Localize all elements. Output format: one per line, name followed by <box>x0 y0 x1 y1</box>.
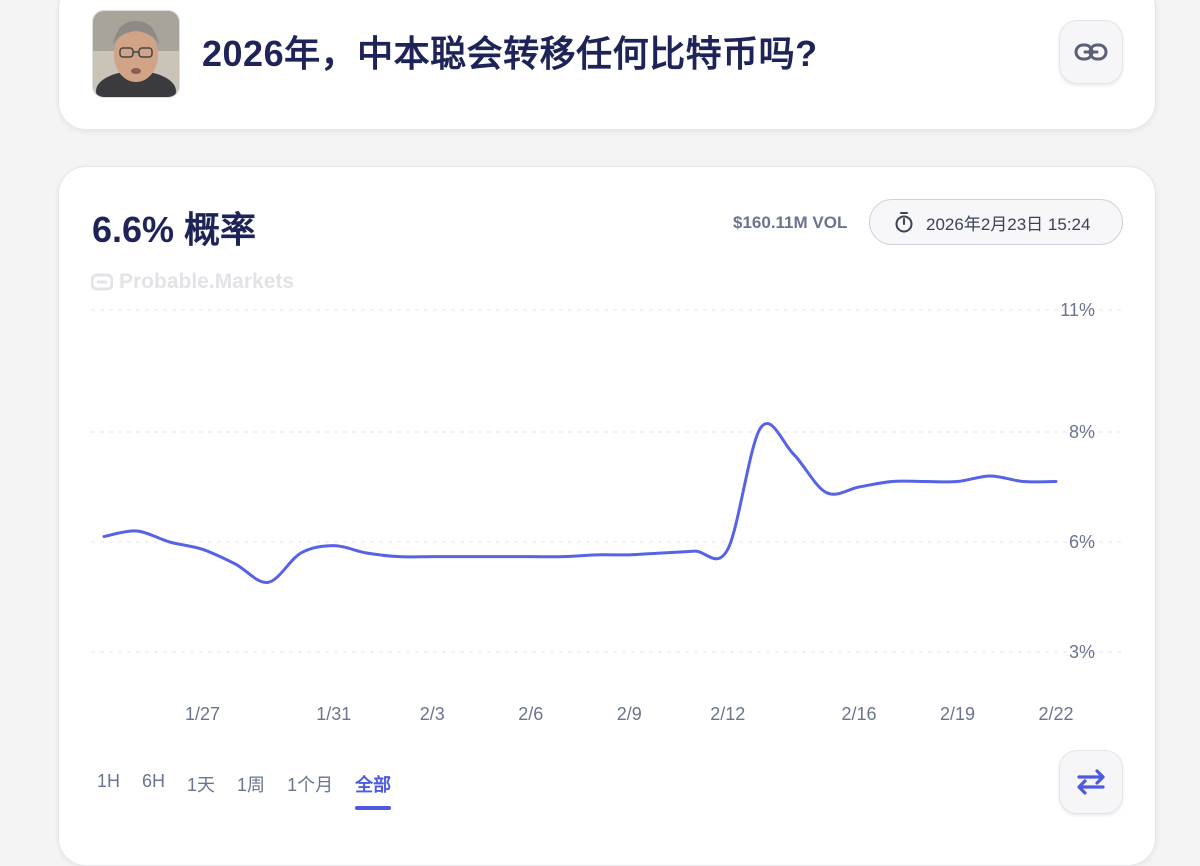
timeframe-tab[interactable]: 1天 <box>187 771 215 797</box>
chart-card: 6.6% 概率 $160.11M VOL 2026年2月23日 15:24 Pr… <box>58 166 1156 866</box>
link-icon <box>1074 43 1108 61</box>
y-tick-label: 3% <box>1069 642 1095 662</box>
x-tick-label: 2/12 <box>710 704 745 724</box>
market-header-card: 2026年，中本聪会转移任何比特币吗? <box>58 0 1156 130</box>
timeframe-tab[interactable]: 1周 <box>237 771 265 797</box>
timeframe-tab[interactable]: 6H <box>142 771 165 797</box>
x-tick-label: 2/3 <box>420 704 445 724</box>
market-title: 2026年，中本聪会转移任何比特币吗? <box>202 33 818 74</box>
swap-arrows-icon <box>1077 769 1105 795</box>
timeframe-tab[interactable]: 1个月 <box>287 771 333 797</box>
timeframe-tab[interactable]: 全部 <box>355 771 392 810</box>
x-tick-label: 1/31 <box>316 704 351 724</box>
timeframe-tabs: 1H 6H 1天 1周 1个月 全部 <box>97 771 413 810</box>
probability-chart: 11% 8% 6% 3% 1/27 1/31 2/3 2/6 2/9 2/12 2/16 2/19 2/… <box>91 300 1125 724</box>
x-tick-label: 2/19 <box>940 704 975 724</box>
probability-line <box>102 422 1058 584</box>
x-tick-label: 2/16 <box>842 704 877 724</box>
swap-outcome-button[interactable] <box>1059 750 1123 814</box>
market-avatar <box>92 10 180 98</box>
timeframe-tab[interactable]: 1H <box>97 771 120 797</box>
avatar-portrait <box>93 11 179 97</box>
x-tick-label: 2/9 <box>617 704 642 724</box>
y-tick-label: 8% <box>1069 422 1095 442</box>
x-tick-label: 2/6 <box>518 704 543 724</box>
x-tick-label: 2/22 <box>1038 704 1073 724</box>
x-tick-label: 1/27 <box>185 704 220 724</box>
y-tick-label: 11% <box>1060 300 1095 320</box>
copy-link-button[interactable] <box>1059 20 1123 84</box>
y-tick-label: 6% <box>1069 532 1095 552</box>
